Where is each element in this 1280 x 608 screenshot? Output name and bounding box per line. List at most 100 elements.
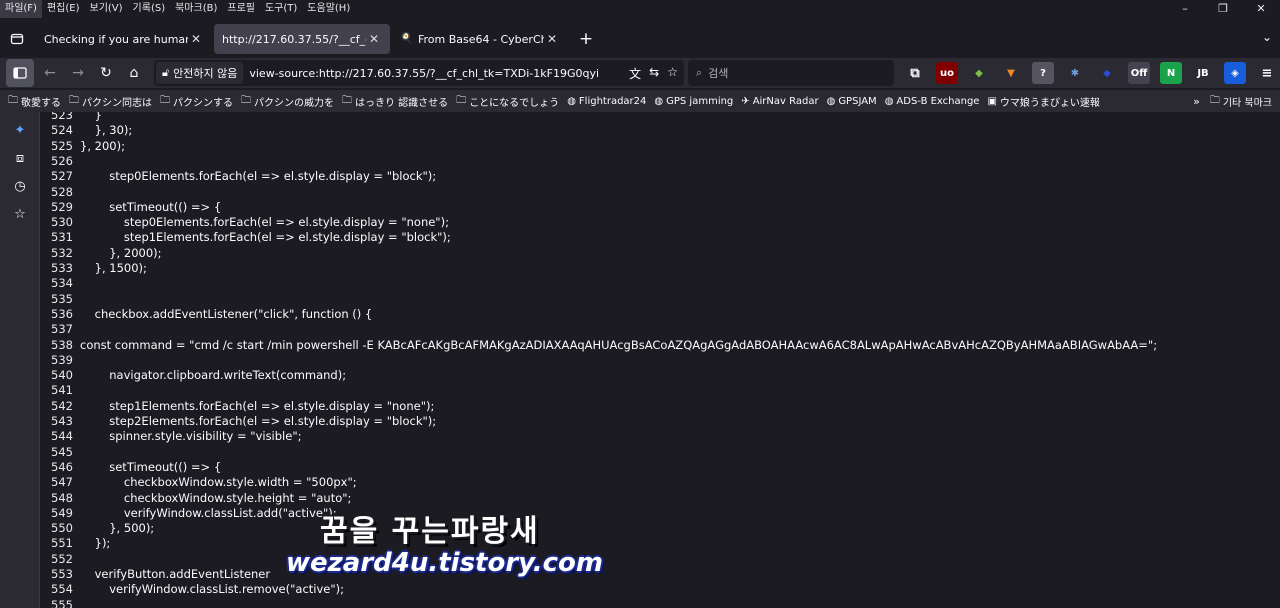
folder-icon: 🗀 (8, 94, 18, 106)
addon-shield-blue-icon[interactable]: ◆ (1096, 62, 1118, 84)
history-icon[interactable]: ◷ (0, 172, 40, 200)
menu-item[interactable]: 보기(V) (85, 0, 128, 18)
source-line: 546 setTimeout(() => { (40, 460, 221, 475)
addon-bitwarden-icon[interactable]: ◈ (1224, 62, 1246, 84)
bookmark-item[interactable]: 🗀 ことになるでしょう (456, 93, 559, 110)
source-code: verifyWindow.classList.add("active"); (80, 505, 337, 520)
source-line: 533 }, 1500); (40, 261, 147, 276)
synced-tabs-icon[interactable]: ⧈ (0, 144, 40, 172)
close-window-button[interactable]: ✕ (1242, 0, 1280, 18)
new-tab-button[interactable]: + (572, 25, 600, 53)
bookmark-label: ウマ娘うまぴょい速報 (999, 97, 1100, 109)
close-icon[interactable]: ✕ (188, 32, 204, 46)
search-input[interactable]: ⌕ 검색 (688, 60, 894, 86)
other-bookmarks[interactable]: 🗀 기타 북마크 (1210, 93, 1272, 110)
addon-green-icon[interactable]: ◆ (968, 62, 990, 84)
site-security-indicator[interactable]: 🔓︎ 안전하지 않음 (156, 62, 244, 84)
home-icon[interactable]: ⌂ (120, 59, 148, 87)
bookmark-item[interactable]: 🗀 パクシンする (160, 93, 233, 110)
source-line: 543 step2Elements.forEach(el => el.style… (40, 414, 436, 429)
bookmark-item[interactable]: 🗀 パクシン同志は (69, 93, 152, 110)
addon-off-icon[interactable]: Off (1128, 62, 1150, 84)
sidebar-toggle-icon[interactable] (6, 59, 34, 87)
bookmark-item[interactable]: ◍ Flightradar24 (567, 93, 646, 110)
bookmark-item[interactable]: 🗀 パクシンの威力を (241, 93, 334, 110)
reader-translate-icon[interactable]: ⇆ (649, 65, 659, 82)
search-placeholder: 검색 (708, 67, 729, 80)
chevron-down-icon[interactable]: ⌄ (1262, 30, 1272, 44)
line-number: 550 (51, 521, 73, 536)
source-line: 554 verifyWindow.classList.remove("activ… (40, 582, 344, 597)
addon-orange-icon[interactable]: ▼ (1000, 62, 1022, 84)
menu-icon[interactable]: ≡ (1256, 62, 1278, 84)
line-number: 535 (51, 291, 73, 306)
line-number: 532 (51, 245, 73, 260)
line-number: 538 (51, 337, 73, 352)
bookmark-item[interactable]: ◍ GPSJAM (827, 93, 877, 110)
close-icon[interactable]: ✕ (544, 32, 560, 46)
line-number: 531 (51, 230, 73, 245)
line-number: 530 (51, 215, 73, 230)
source-line: 527 step0Elements.forEach(el => el.style… (40, 169, 436, 184)
tab-cyberchef[interactable]: 🍳 From Base64 - CyberChef ✕ (392, 24, 568, 54)
source-line: 545 (40, 445, 73, 460)
source-code: navigator.clipboard.writeText(command); (80, 368, 347, 383)
folder-icon: 🗀 (456, 94, 467, 106)
bookmark-item[interactable]: 🗀 はっきり 認識させる (342, 93, 448, 110)
forward-icon[interactable]: → (64, 59, 92, 87)
menu-item[interactable]: 도구(T) (260, 0, 302, 18)
bookmark-label: パクシンの威力を (254, 97, 334, 109)
menu-item[interactable]: 파일(F) (0, 0, 42, 18)
maximize-button[interactable]: ❐ (1204, 0, 1242, 18)
image-icon: ▣ (987, 95, 997, 107)
menu-item[interactable]: 편집(E) (42, 0, 85, 18)
tab-view-source[interactable]: http://217.60.37.55/?__cf_chl_tk=TX ✕ (214, 24, 390, 54)
plane-icon: ✈ (741, 95, 750, 107)
bookmarks-star-icon[interactable]: ☆ (0, 200, 40, 228)
minimize-button[interactable]: – (1166, 0, 1204, 18)
line-number: 547 (51, 475, 73, 490)
tab-title: http://217.60.37.55/?__cf_chl_tk=TX (222, 32, 366, 46)
line-number: 533 (51, 261, 73, 275)
menu-item[interactable]: 도움말(H) (302, 0, 355, 18)
line-number: 545 (51, 444, 73, 459)
bookmark-item[interactable]: 🗀 敬愛する (8, 93, 61, 110)
menu-item[interactable]: 북마크(B) (170, 0, 222, 18)
addon-n-icon[interactable]: N (1160, 62, 1182, 84)
menu-item[interactable]: 프로필 (222, 0, 260, 18)
source-line: 530 step0Elements.forEach(el => el.style… (40, 215, 449, 230)
ai-chatbot-icon[interactable]: ✦ (0, 116, 40, 144)
back-icon[interactable]: ← (36, 59, 64, 87)
line-number: 553 (51, 567, 73, 581)
addon-question-icon[interactable]: ? (1032, 62, 1054, 84)
bookmark-label: はっきり 認識させる (355, 97, 449, 109)
bookmark-item[interactable]: ◍ GPS jamming (654, 93, 733, 110)
folder-icon: 🗀 (241, 94, 251, 106)
translate-icon[interactable]: 文 (629, 65, 641, 82)
reload-icon[interactable]: ↻ (92, 59, 120, 87)
extensions-puzzle-icon[interactable]: ⧉ (904, 62, 926, 84)
addon-jb-icon[interactable]: JB (1192, 62, 1214, 84)
security-label: 안전하지 않음 (173, 67, 238, 80)
source-line: 532 }, 2000); (40, 245, 161, 261)
bookmark-item[interactable]: ✈ AirNav Radar (741, 93, 818, 110)
bookmark-item[interactable]: ▣ ウマ娘うまぴょい速報 (987, 93, 1099, 110)
url-text[interactable]: view-source:http://217.60.37.55/?__cf_ch… (249, 67, 599, 80)
chevron-more-icon[interactable]: » (1193, 95, 1200, 108)
bookmark-item[interactable]: ◍ ADS-B Exchange (885, 93, 980, 110)
tab-list-icon[interactable] (0, 22, 34, 56)
addon-puzzle-icon[interactable]: ✱ (1064, 62, 1086, 84)
tab-checking-human[interactable]: Checking if you are human ✕ (36, 24, 212, 54)
bookmark-star-icon[interactable]: ☆ (667, 65, 678, 82)
source-line: 526 (40, 154, 73, 169)
source-code: spinner.style.visibility = "visible"; (80, 429, 302, 444)
ublock-icon[interactable]: uo (936, 62, 958, 84)
menu-item[interactable]: 기록(S) (128, 0, 171, 18)
url-bar[interactable]: 🔓︎ 안전하지 않음 view-source:http://217.60.37.… (154, 60, 684, 86)
close-icon[interactable]: ✕ (366, 32, 382, 46)
source-line: 553 verifyButton.addEventListener (40, 567, 270, 582)
source-line: 552 (40, 552, 73, 567)
globe-icon: ◍ (826, 95, 836, 107)
source-code: setTimeout(() => { (80, 199, 222, 214)
source-line: 528 (40, 185, 73, 200)
